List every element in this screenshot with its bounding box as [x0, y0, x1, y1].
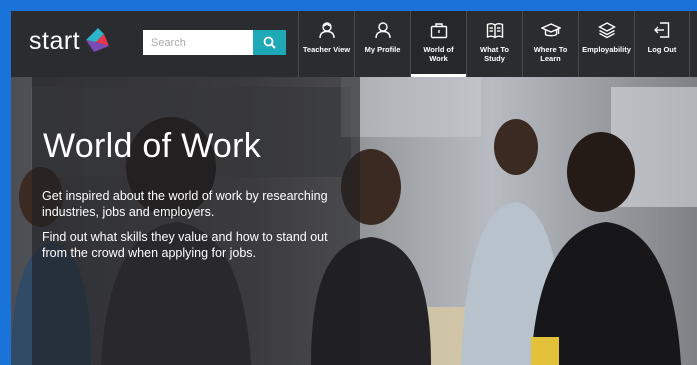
hero-skills-text: Find out what skills they value and how …	[42, 230, 328, 260]
hero-banner: World of Work Get inspired about the wor…	[11, 77, 697, 365]
logo-text: start	[29, 27, 81, 55]
hero-text-overlay	[32, 77, 360, 365]
nav-label: Where To Learn	[533, 45, 568, 63]
nav-item-where-to-learn[interactable]: Where To Learn	[522, 11, 578, 77]
nav-item-employability[interactable]: Employability	[578, 11, 634, 77]
search-icon	[263, 36, 276, 49]
nav-label: What To Study	[479, 45, 510, 63]
hero-intro-text: Get inspired about the world of work by …	[42, 189, 328, 219]
nav-label: World of Work	[423, 45, 454, 63]
app-frame: start Search Teacher View My Profile Wor…	[11, 11, 697, 365]
search-button[interactable]	[253, 30, 286, 55]
nav-item-world-of-work[interactable]: World of Work	[410, 11, 466, 77]
nav-label: Employability	[582, 45, 631, 54]
search-bar	[143, 30, 286, 55]
layers-icon	[597, 20, 616, 40]
nav-label: Log Out	[647, 45, 677, 54]
start-logo[interactable]: start	[29, 27, 112, 56]
search-input[interactable]	[143, 30, 253, 55]
nav-label: Teacher View	[302, 45, 351, 54]
logo-mark-icon	[86, 27, 110, 52]
nav-item-my-profile[interactable]: My Profile	[354, 11, 410, 77]
page-title: World of Work	[43, 127, 262, 165]
top-bar: start Search Teacher View My Profile Wor…	[11, 11, 697, 77]
profile-icon	[374, 20, 392, 40]
nav-item-what-to-study[interactable]: What To Study	[466, 11, 522, 77]
nav-item-log-out[interactable]: Log Out	[634, 11, 690, 77]
graduation-cap-icon	[540, 20, 561, 40]
briefcase-icon	[430, 20, 448, 40]
nav-label: My Profile	[364, 45, 401, 54]
logout-icon	[653, 20, 671, 40]
nav-item-teacher-view[interactable]: Teacher View	[298, 11, 354, 77]
teacher-icon	[318, 20, 336, 40]
main-nav: Teacher View My Profile World of Work Wh…	[298, 11, 690, 77]
book-icon	[486, 20, 504, 40]
